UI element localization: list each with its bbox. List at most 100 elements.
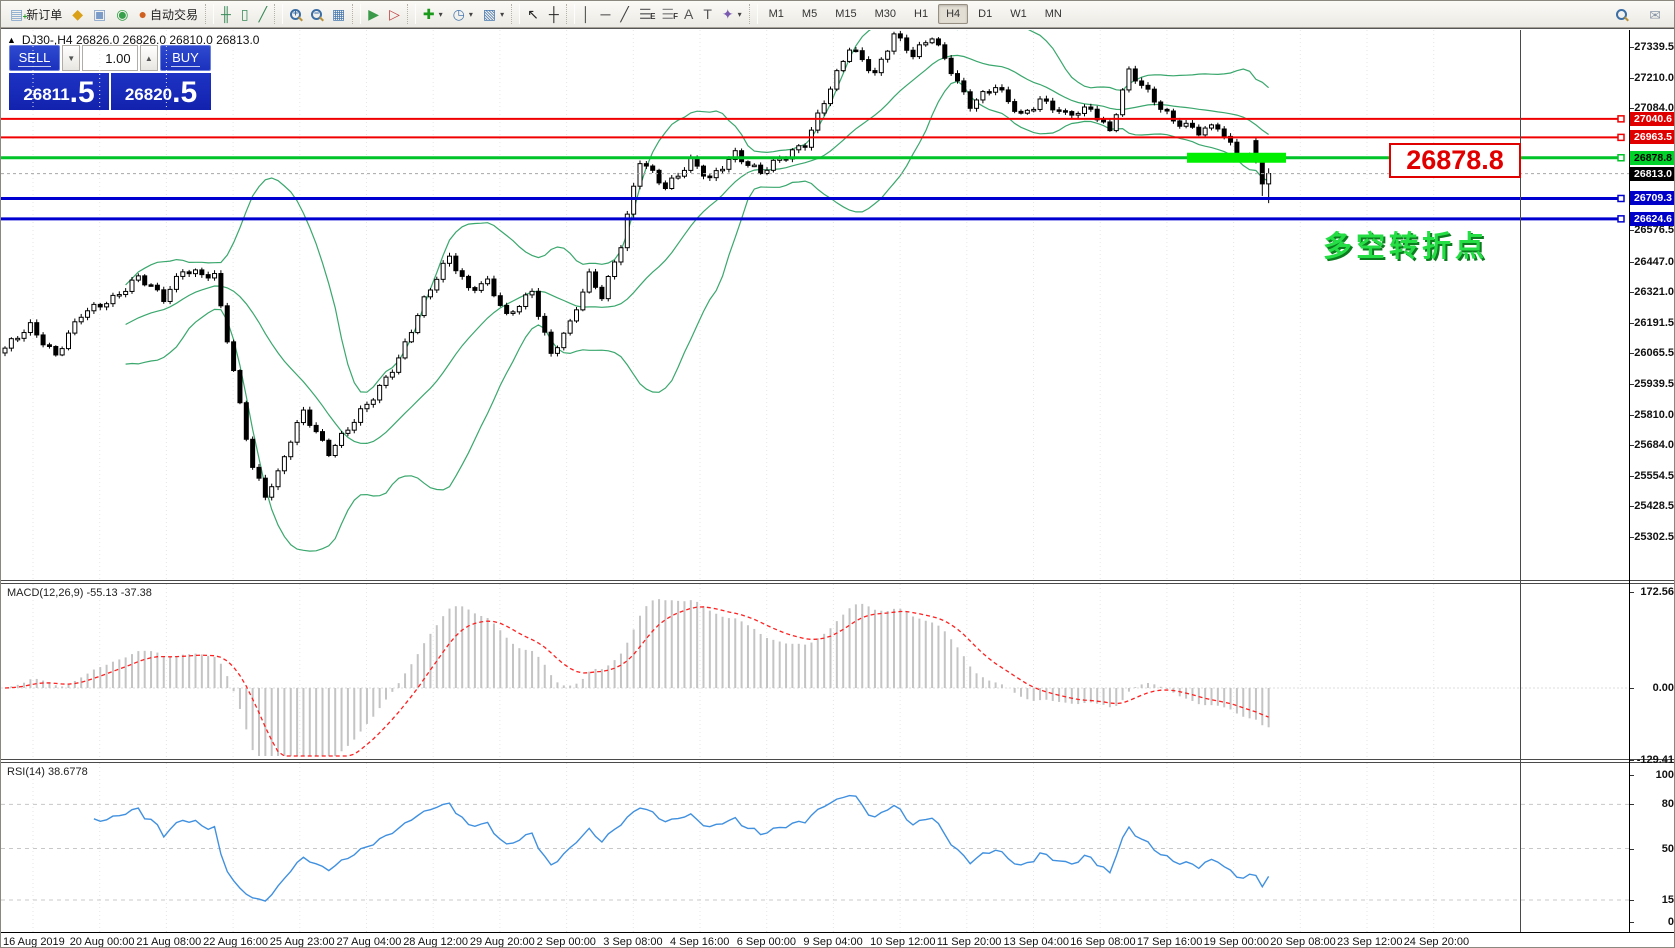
time-axis-label: 19 Sep 00:00 — [1204, 936, 1269, 948]
macd-axis-label: -129.41 — [1632, 754, 1674, 766]
timeframe-button-h4[interactable]: H4 — [938, 4, 968, 24]
time-axis-label: 4 Sep 16:00 — [670, 936, 729, 948]
new-order-icon-label: 新订单 — [26, 6, 62, 23]
chart-shift-icon: ▷ — [389, 7, 400, 21]
line-chart-icon[interactable]: ╱ — [254, 5, 272, 23]
text-label-icon: T — [703, 7, 712, 21]
timeframe-button-m5[interactable]: M5 — [794, 4, 825, 24]
gold-diamond-icon[interactable]: ◆ — [67, 5, 88, 23]
bar-chart-icon[interactable]: ╫ — [216, 5, 236, 23]
tile-windows-icon[interactable]: ▦ — [327, 5, 350, 23]
macd-panel-canvas[interactable] — [1, 584, 1629, 759]
text-label-icon[interactable]: T — [698, 5, 717, 23]
macd-axis-label: 172.56 — [1632, 586, 1674, 598]
time-axis-label: 28 Aug 12:00 — [403, 936, 468, 948]
add-indicator-icon[interactable]: ✚▾ — [418, 5, 448, 23]
text-icon[interactable]: A — [679, 5, 698, 23]
crosshair-icon: ┼ — [549, 7, 559, 21]
new-order-icon[interactable]: ▤+新订单 — [5, 4, 67, 25]
price-line-badge: 26963.5 — [1630, 130, 1675, 144]
auto-scroll-icon[interactable]: ▶ — [363, 5, 384, 23]
price-line-badge: 26624.6 — [1630, 212, 1675, 226]
rsi-panel-canvas[interactable] — [1, 763, 1629, 932]
price-callout-box[interactable]: 26878.8 — [1389, 143, 1521, 178]
chinese-annotation[interactable]: 多空转折点 — [1323, 223, 1488, 265]
chat-icon: ✉ — [1649, 8, 1661, 22]
rsi-axis-label: 0 — [1632, 916, 1674, 928]
bar-chart-icon: ╫ — [221, 7, 231, 21]
time-axis-label: 22 Aug 16:00 — [203, 936, 268, 948]
toolbar-separator — [205, 4, 214, 24]
timeframe-button-w1[interactable]: W1 — [1002, 4, 1035, 24]
timeframe-button-m15[interactable]: M15 — [827, 4, 864, 24]
chevron-down-icon[interactable]: ▾ — [500, 10, 504, 19]
toolbar-separator — [749, 4, 758, 24]
fibonacci-icon[interactable]: ☰F — [656, 5, 679, 23]
timeframe-button-m1[interactable]: M1 — [761, 4, 792, 24]
time-axis-label: 9 Sep 04:00 — [803, 936, 862, 948]
time-axis[interactable]: 16 Aug 201920 Aug 00:0021 Aug 08:0022 Au… — [1, 932, 1675, 948]
price-axis-label: 25428.5 — [1632, 500, 1674, 512]
price-axis-label: 26447.0 — [1632, 256, 1674, 268]
price-line-badge: 26813.0 — [1630, 167, 1675, 181]
price-line-badge: 26709.3 — [1630, 191, 1675, 205]
zoom-out-icon[interactable]: − — [306, 7, 327, 22]
chevron-down-icon[interactable]: ▾ — [469, 10, 473, 19]
chevron-down-icon[interactable]: ▾ — [439, 10, 443, 19]
vertical-line-icon[interactable]: │ — [577, 5, 596, 23]
time-axis-label: 27 Aug 04:00 — [337, 936, 402, 948]
periods-clock-icon[interactable]: ◷▾ — [448, 5, 478, 23]
timeframe-button-d1[interactable]: D1 — [970, 4, 1000, 24]
cursor-icon[interactable]: ↖ — [522, 5, 544, 23]
price-axis-line — [1629, 30, 1630, 932]
autotrading-icon-label: 自动交易 — [150, 6, 198, 23]
price-axis-label: 27339.5 — [1632, 41, 1674, 53]
signals-icon[interactable]: ◉ — [111, 5, 133, 23]
search-icon[interactable] — [1611, 7, 1632, 22]
time-axis-label: 16 Sep 08:00 — [1070, 936, 1135, 948]
time-axis-label: 20 Sep 08:00 — [1270, 936, 1335, 948]
toolbar-separator — [407, 4, 416, 24]
autotrading-icon[interactable]: ●自动交易 — [133, 4, 202, 25]
time-axis-label: 20 Aug 00:00 — [70, 936, 135, 948]
macd-axis-label: 0.00 — [1632, 682, 1674, 694]
terminal-icon: ▣ — [93, 7, 106, 21]
chart-window[interactable]: ▲ DJ30-,H4 26826.0 26826.0 26810.0 26813… — [1, 28, 1675, 948]
toolbar-separator — [352, 4, 361, 24]
rsi-axis-label: 50 — [1632, 843, 1674, 855]
price-chart-canvas[interactable] — [1, 30, 1629, 580]
price-axis-label: 26576.5 — [1632, 224, 1674, 236]
add-indicator-icon: ✚ — [423, 7, 435, 21]
candlestick-chart-icon[interactable]: ▯ — [236, 5, 254, 23]
chat-icon[interactable]: ✉ — [1644, 6, 1666, 24]
price-line-badge: 27040.6 — [1630, 112, 1675, 126]
chart-shift-icon[interactable]: ▷ — [384, 5, 405, 23]
horizontal-line-icon: ─ — [600, 7, 610, 21]
horizontal-line-icon[interactable]: ─ — [595, 5, 615, 23]
trendline-icon[interactable]: ╱ — [615, 5, 633, 23]
arrows-icon[interactable]: ✦▾ — [717, 5, 747, 23]
highlighted-line-segment[interactable] — [1187, 153, 1286, 163]
trendline-icon: ╱ — [620, 7, 628, 21]
line-chart-icon: ╱ — [259, 7, 267, 21]
zoom-in-icon[interactable]: + — [285, 7, 306, 22]
equidistant-channel-icon: ☰E — [639, 7, 652, 21]
templates-icon[interactable]: ▧▾ — [478, 5, 509, 23]
rsi-axis-label: 15 — [1632, 894, 1674, 906]
timeframe-button-m30[interactable]: M30 — [867, 4, 904, 24]
chevron-down-icon[interactable]: ▾ — [738, 10, 742, 19]
time-axis-label: 23 Sep 12:00 — [1337, 936, 1402, 948]
candlestick-chart-icon: ▯ — [241, 7, 249, 21]
time-axis-label: 10 Sep 12:00 — [870, 936, 935, 948]
price-axis-label: 25684.0 — [1632, 439, 1674, 451]
timeframe-button-h1[interactable]: H1 — [906, 4, 936, 24]
time-axis-label: 3 Sep 08:00 — [603, 936, 662, 948]
gold-diamond-icon: ◆ — [72, 7, 83, 21]
terminal-icon[interactable]: ▣ — [88, 5, 111, 23]
toolbar-separator — [274, 4, 283, 24]
new-order-icon: ▤+ — [10, 7, 23, 21]
equidistant-channel-icon[interactable]: ☰E — [634, 5, 657, 23]
arrows-icon: ✦ — [722, 7, 734, 21]
crosshair-icon[interactable]: ┼ — [544, 5, 564, 23]
timeframe-button-mn[interactable]: MN — [1037, 4, 1070, 24]
